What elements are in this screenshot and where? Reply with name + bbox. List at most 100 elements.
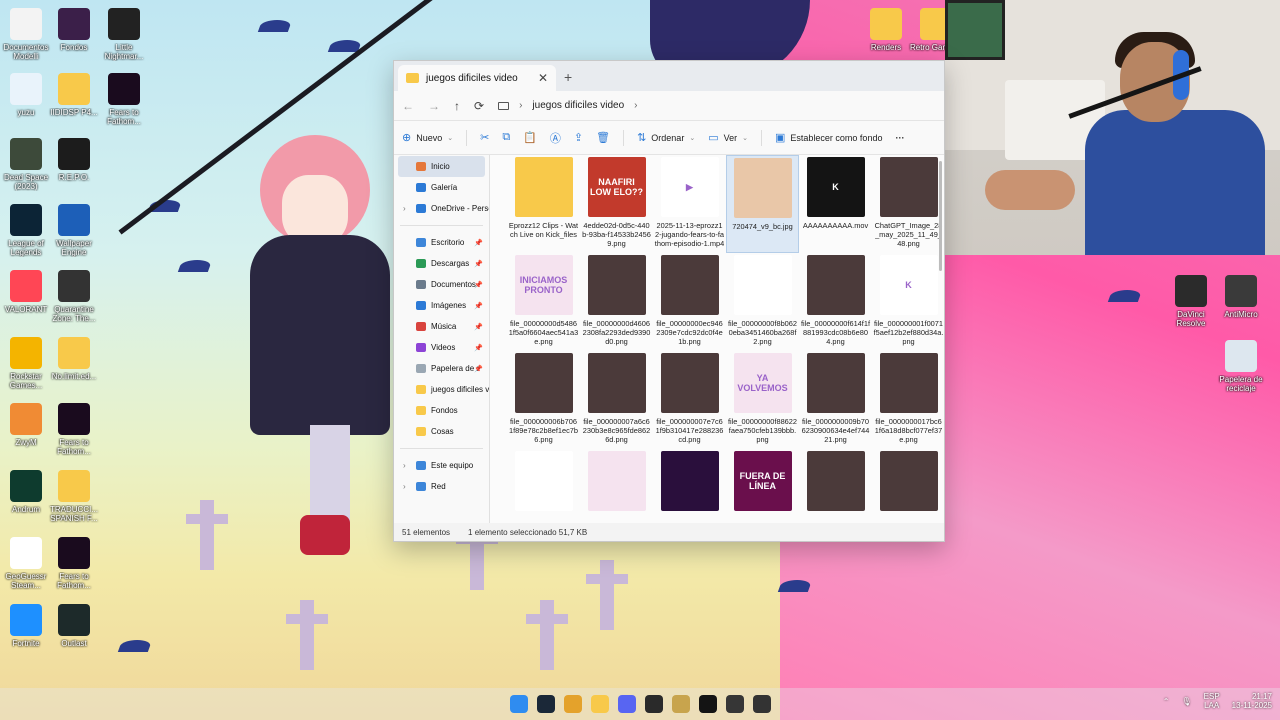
file-item[interactable]: [507, 449, 580, 523]
file-thumbnail: [733, 255, 792, 315]
desktop-icon[interactable]: R.E.P.O.: [46, 138, 102, 191]
desktop-icon-label: Renders: [870, 43, 902, 52]
nav-item[interactable]: Inicio: [398, 156, 485, 177]
new-button[interactable]: ⊕ Nuevo ⌄: [402, 131, 453, 144]
desktop-icon[interactable]: TRADUCCI... SPANISH F...: [46, 470, 102, 523]
desktop-icon[interactable]: Fears to Fathom...: [46, 537, 102, 590]
refresh-icon[interactable]: ⟳: [474, 99, 484, 113]
file-item[interactable]: file_0000000009b706230900634e4ef74421.pn…: [799, 351, 872, 449]
desktop-icon[interactable]: Renders: [858, 8, 914, 61]
close-tab-icon[interactable]: ✕: [538, 71, 548, 85]
nav-item[interactable]: Fondos: [394, 400, 489, 421]
breadcrumb[interactable]: › juegos dificiles video ›: [498, 100, 637, 111]
file-item[interactable]: file_00000000f614f1f881993cdc08b6e804.pn…: [799, 253, 872, 351]
desktop-icon[interactable]: AntiMicro: [1213, 275, 1269, 328]
file-item[interactable]: ChatGPT_Image_28_may_2025_11_49_48.png: [872, 155, 944, 253]
explorer-tab[interactable]: juegos dificiles video ✕: [398, 65, 556, 91]
desktop-icon-label: IIDIDSP P4...: [50, 108, 98, 117]
desktop-icon[interactable]: Wallpaper Engine: [46, 204, 102, 257]
chevron-up-icon[interactable]: ⌃: [1163, 697, 1170, 706]
nav-item[interactable]: Música 📌: [394, 316, 489, 337]
chrome-icon[interactable]: [563, 695, 582, 713]
copy-icon[interactable]: ⧉: [502, 131, 510, 144]
desktop-icon[interactable]: DaVinci Resolve: [1163, 275, 1219, 328]
toolbar-divider: [466, 129, 468, 146]
gamepad-app-icon[interactable]: [752, 695, 771, 713]
file-item[interactable]: file_00000000d46062308fa2293ded9390d0.pn…: [580, 253, 653, 351]
file-item[interactable]: Eprozz12 Clips - Watch Live on Kick_file…: [507, 155, 580, 253]
file-item[interactable]: NAAFIRI LOW ELO?? 4edde02d-0d5c-440b-93ba…: [580, 155, 653, 253]
desktop-icon[interactable]: Outlast: [46, 604, 102, 657]
set-background-button[interactable]: ▣ Establecer como fondo: [775, 131, 882, 144]
share-icon[interactable]: ⇪: [574, 131, 583, 144]
nav-item[interactable]: Cosas: [394, 421, 489, 442]
file-item[interactable]: file_00000000ec9462309e7cdc92dc0f4e1b.pn…: [653, 253, 726, 351]
file-item[interactable]: file_000000007a6c6230b3e8c965fde8626d.pn…: [580, 351, 653, 449]
cut-icon[interactable]: ✂: [480, 131, 489, 144]
nav-item[interactable]: juegos dificiles v: [394, 379, 489, 400]
desktop-icon[interactable]: IIDIDSP P4...: [46, 73, 102, 126]
file-explorer-icon[interactable]: [590, 695, 609, 713]
file-item[interactable]: [872, 449, 944, 523]
paste-icon[interactable]: 📋: [523, 131, 537, 144]
chevron-right-icon[interactable]: ›: [403, 482, 406, 491]
clock[interactable]: 21:17 13-11-2025: [1232, 692, 1272, 710]
file-item[interactable]: 720474_v9_bc.jpg: [726, 155, 799, 253]
nav-item[interactable]: Papelera de r 📌: [394, 358, 489, 379]
file-item[interactable]: file_000000007e7c61f9b310417e288236cd.pn…: [653, 351, 726, 449]
capcut-icon[interactable]: [698, 695, 717, 713]
file-item[interactable]: [580, 449, 653, 523]
steam-icon[interactable]: [536, 695, 555, 713]
nav-item[interactable]: › OneDrive - Perso: [394, 198, 489, 219]
desktop-icon[interactable]: No.limit.ed...: [46, 337, 102, 390]
forward-arrow-icon[interactable]: →: [428, 99, 440, 113]
nav-item[interactable]: Escritorio 📌: [394, 232, 489, 253]
epic-games-icon[interactable]: [644, 695, 663, 713]
language-indicator[interactable]: ESP LAA: [1204, 692, 1220, 710]
desktop-icon[interactable]: Quarantine Zone: The...: [46, 270, 102, 323]
file-item[interactable]: Kfile_000000001f0071f5aef12b2ef880d34a.p…: [872, 253, 944, 351]
more-options-button[interactable]: ···: [895, 133, 904, 143]
nav-item[interactable]: Galería: [394, 177, 489, 198]
microphone-icon[interactable]: 🎙: [1182, 697, 1192, 706]
chevron-right-icon[interactable]: ›: [403, 204, 406, 213]
rename-icon[interactable]: Ⓐ: [550, 130, 561, 146]
league-client-icon[interactable]: [671, 695, 690, 713]
delete-icon[interactable]: 🗑: [596, 131, 610, 144]
breadcrumb-current[interactable]: juegos dificiles video: [532, 100, 624, 111]
up-arrow-icon[interactable]: ↑: [454, 99, 460, 113]
file-item[interactable]: file_0000000017bc61f6a18d8bcf077ef37e.pn…: [872, 351, 944, 449]
desktop-icon[interactable]: Fondos: [46, 8, 102, 61]
file-item[interactable]: INICIAMOS PRONTO file_00000000d54861f5a0f…: [507, 253, 580, 351]
start-icon[interactable]: [509, 695, 528, 713]
file-item[interactable]: [799, 449, 872, 523]
nav-item[interactable]: Videos 📌: [394, 337, 489, 358]
view-button[interactable]: ▭ Ver ⌄: [708, 131, 748, 144]
back-arrow-icon[interactable]: ←: [402, 99, 414, 113]
file-item[interactable]: YA VOLVEMOS file_00000000f88622faea750cfe…: [726, 351, 799, 449]
nav-item[interactable]: › Red: [394, 476, 489, 497]
nav-item[interactable]: Descargas 📌: [394, 253, 489, 274]
chevron-right-icon[interactable]: ›: [403, 461, 406, 470]
file-item[interactable]: [653, 449, 726, 523]
file-item[interactable]: file_00000000f8b0620eba3451460ba268f2.pn…: [726, 253, 799, 351]
discord-icon[interactable]: [617, 695, 636, 713]
nav-item-label: OneDrive - Perso: [431, 204, 489, 213]
desktop-icon[interactable]: Little Nightmar...: [96, 8, 152, 61]
nav-item[interactable]: › Este equipo: [394, 455, 489, 476]
vertical-scrollbar[interactable]: [939, 161, 942, 271]
nav-item[interactable]: Documentos 📌: [394, 274, 489, 295]
new-tab-button[interactable]: +: [564, 69, 572, 85]
sort-button[interactable]: ⇅ Ordenar ⌄: [637, 131, 695, 144]
keyboard-layout: LAA: [1204, 701, 1220, 710]
file-item[interactable]: K AAAAAAAAAA.mov: [799, 155, 872, 253]
document-folder-icon: [10, 8, 42, 40]
file-item[interactable]: ▶ 2025-11-13-eprozz12-jugando-fears-to-fa…: [653, 155, 726, 253]
obs-icon[interactable]: [725, 695, 744, 713]
desktop-icon[interactable]: Papelera de reciclaje: [1213, 340, 1269, 393]
file-item[interactable]: file_000000006b7061f89e78c2b8ef1ec7b6.pn…: [507, 351, 580, 449]
file-item[interactable]: FUERA DE LÍNEA: [726, 449, 799, 523]
desktop-icon[interactable]: Fears to Fathom...: [46, 403, 102, 456]
desktop-icon[interactable]: Fears to Fathom...: [96, 73, 152, 126]
nav-item[interactable]: Imágenes 📌: [394, 295, 489, 316]
